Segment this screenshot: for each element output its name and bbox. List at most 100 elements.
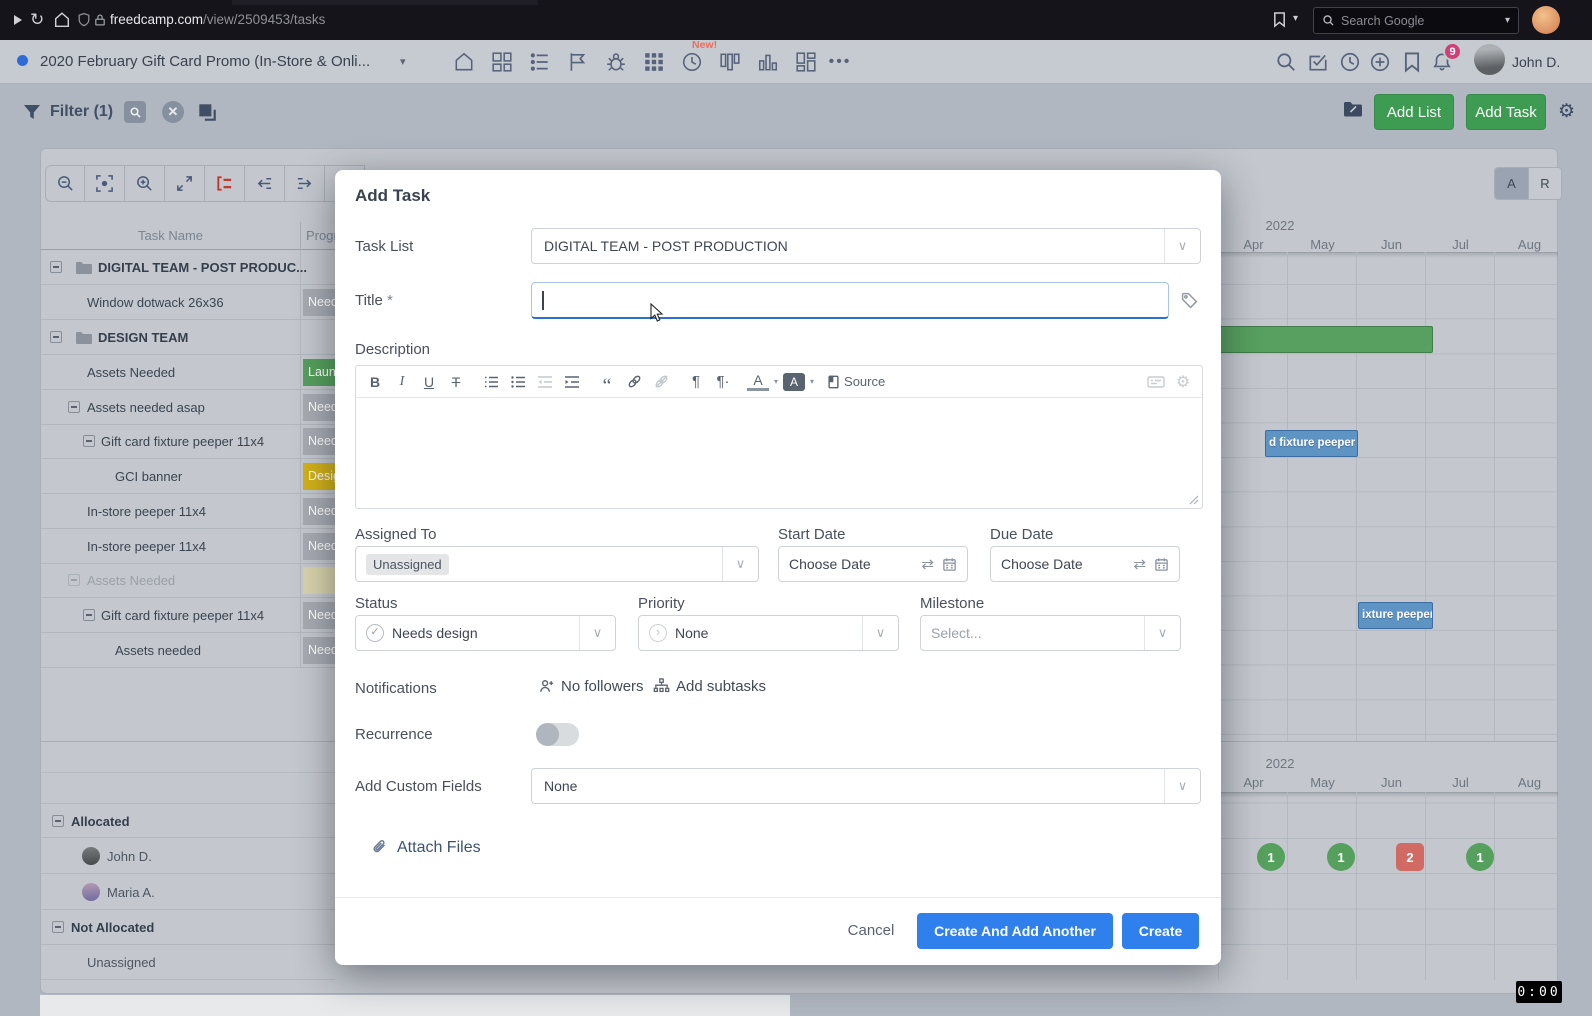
gantt-summary-bar[interactable] [1200,326,1433,353]
search-engine-caret-icon[interactable]: ▾ [1505,15,1510,26]
critical-path-icon[interactable] [205,165,245,202]
user-avatar[interactable] [1474,44,1505,75]
shift-dates-icon[interactable]: ⇄ [1133,555,1146,573]
editor-body[interactable] [356,398,1202,508]
header-clock-icon[interactable] [1336,48,1364,76]
indent-icon[interactable] [285,165,325,202]
gantt-task-bar[interactable]: d fixture peeper 1 [1265,430,1358,457]
forward-icon[interactable] [10,12,26,28]
task-row-folder[interactable]: DIGITAL TEAM - POST PRODUC... [41,250,335,285]
nav-dashboard-icon[interactable] [488,48,516,76]
editor-settings-icon[interactable]: ⚙ [1172,371,1194,393]
url-bar[interactable]: freedcamp.com/view/2509453/tasks [110,0,325,40]
resource-row[interactable]: Unassigned [41,945,335,980]
task-row[interactable]: GCI banner Desig [41,459,335,494]
resource-name[interactable]: Unassigned [87,955,156,970]
task-name[interactable]: DIGITAL TEAM - POST PRODUC... [98,260,307,275]
task-row[interactable]: Assets Needed Launc [41,355,335,390]
nav-board-icon[interactable] [716,48,744,76]
description-editor[interactable]: B I U T “ ¶ ¶· A▾ A▾ Source ⚙ [355,365,1203,509]
create-button[interactable]: Create [1122,913,1199,949]
toggle-a-button[interactable]: A [1495,168,1528,199]
zoom-in-icon[interactable] [125,165,165,202]
tag-icon[interactable] [1181,292,1198,309]
allocation-count[interactable]: 1 [1257,843,1285,871]
link-icon[interactable] [623,371,645,393]
chevron-down-icon[interactable]: ∨ [1164,229,1200,263]
task-name[interactable]: Assets Needed [87,365,175,380]
toggle-r-button[interactable]: R [1528,168,1561,199]
collapse-icon[interactable] [68,401,80,413]
allocation-count[interactable]: 1 [1327,843,1355,871]
col-divider[interactable] [300,222,301,250]
resource-name[interactable]: Not Allocated [71,920,154,935]
collapse-icon[interactable] [52,921,64,933]
nav-apps-icon[interactable] [640,48,668,76]
bookmark-icon[interactable] [1272,11,1287,28]
resource-name[interactable]: John D. [107,849,152,864]
browser-profile-avatar[interactable] [1532,6,1560,34]
followers-button[interactable]: No followers [538,678,644,695]
collapse-icon[interactable] [83,609,95,621]
header-search-icon[interactable] [1272,48,1300,76]
cancel-button[interactable]: Cancel [840,922,902,939]
task-name[interactable]: In-store peeper 11x4 [87,539,206,554]
col-progress[interactable]: Progress [306,228,336,243]
paragraph-rtl-icon[interactable]: ¶· [712,371,734,393]
collapse-icon[interactable] [50,331,62,343]
nav-milestones-icon[interactable] [564,48,592,76]
collapse-icon[interactable] [52,815,64,827]
project-caret-icon[interactable]: ▾ [400,55,406,68]
header-add-icon[interactable] [1366,48,1394,76]
scrollbar-track[interactable] [40,995,790,1016]
zoom-fit-icon[interactable] [85,165,125,202]
resize-handle-icon[interactable] [1189,495,1199,505]
attach-files-button[interactable]: Attach Files [371,838,481,857]
text-color-icon[interactable]: A [747,372,769,391]
nav-more-dots-icon[interactable]: ••• [826,48,854,76]
resource-row-allocated[interactable]: Allocated [41,803,335,838]
title-input[interactable] [531,282,1169,319]
task-row-folder[interactable]: DESIGN TEAM [41,320,335,355]
resource-name[interactable]: Allocated [71,814,130,829]
status-select[interactable]: ✓ Needs design ∨ [355,615,616,651]
task-row[interactable]: In-store peeper 11x4 Needs [41,494,335,529]
chevron-down-icon[interactable]: ∨ [579,616,615,650]
filter-funnel-icon[interactable] [22,102,42,122]
blockquote-icon[interactable]: “ [596,371,618,393]
gantt-task-bar[interactable]: ixture peeper [1358,602,1433,629]
task-row[interactable]: Assets needed asap Needs [41,390,335,425]
recurrence-toggle[interactable] [536,723,579,746]
chevron-down-icon[interactable]: ∨ [1144,616,1180,650]
custom-fields-select[interactable]: None ∨ [531,768,1201,804]
collapse-icon[interactable] [83,435,95,447]
add-subtasks-button[interactable]: Add subtasks [653,678,766,695]
project-title[interactable]: 2020 February Gift Card Promo (In-Store … [40,40,392,84]
priority-select[interactable]: › None ∨ [638,615,899,651]
nav-tasks-icon[interactable] [526,48,554,76]
allocation-count-over[interactable]: 2 [1396,843,1424,871]
bg-color-icon[interactable]: A [783,373,805,391]
outdent-icon[interactable] [245,165,285,202]
decrease-indent-icon[interactable] [534,371,556,393]
create-and-add-another-button[interactable]: Create And Add Another [917,913,1113,949]
italic-icon[interactable]: I [391,371,413,393]
browser-search[interactable]: Search Google ▾ [1313,7,1519,34]
paragraph-ltr-icon[interactable]: ¶ [685,371,707,393]
task-row-ghost[interactable]: Assets Needed [41,563,335,598]
task-name[interactable]: DESIGN TEAM [98,330,188,345]
calendar-icon[interactable] [1154,557,1169,572]
strikethrough-icon[interactable]: T [445,371,467,393]
shield-icon[interactable] [76,12,92,28]
filter-label[interactable]: Filter (1) [50,103,113,121]
reload-icon[interactable]: ↻ [30,10,44,30]
nav-home-icon[interactable] [450,48,478,76]
chevron-down-icon[interactable]: ∨ [722,547,758,581]
header-bookmark-icon[interactable] [1398,48,1426,76]
unlink-icon[interactable] [650,371,672,393]
header-todos-icon[interactable] [1304,48,1332,76]
add-list-button[interactable]: Add List [1374,94,1454,130]
bold-icon[interactable]: B [364,371,386,393]
chevron-down-icon[interactable]: ∨ [1164,769,1200,803]
collapse-icon[interactable] [50,261,62,273]
